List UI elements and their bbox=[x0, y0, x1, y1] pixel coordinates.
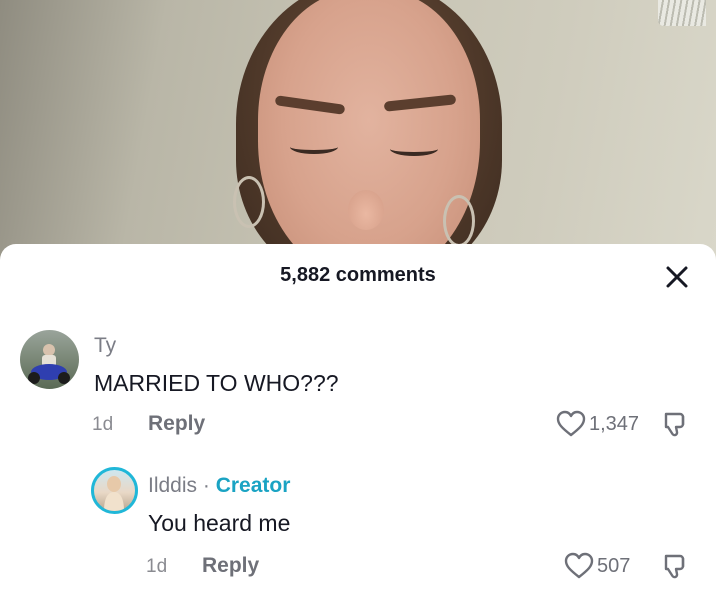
comment-username[interactable]: Ty bbox=[94, 334, 116, 358]
comment-username-row: Ilddis · Creator bbox=[148, 474, 290, 498]
reply-button[interactable]: Reply bbox=[148, 412, 205, 436]
video-wall-vent bbox=[658, 0, 706, 26]
dislike-button[interactable] bbox=[661, 410, 689, 438]
comments-count-title: 5,882 comments bbox=[280, 264, 436, 286]
comment-text: MARRIED TO WHO??? bbox=[94, 370, 339, 396]
avatar[interactable] bbox=[91, 467, 138, 514]
avatar-photo-icon bbox=[104, 476, 124, 511]
video-frame bbox=[0, 0, 716, 260]
like-count: 507 bbox=[597, 554, 631, 577]
video-earring-left bbox=[233, 176, 265, 228]
close-icon bbox=[666, 266, 688, 288]
video-eye-left bbox=[290, 140, 338, 154]
heart-icon bbox=[564, 552, 594, 579]
creator-badge: Creator bbox=[215, 474, 291, 497]
like-button[interactable]: 1,347 bbox=[556, 410, 639, 438]
dislike-button[interactable] bbox=[661, 552, 689, 580]
like-button[interactable]: 507 bbox=[564, 552, 630, 580]
separator-dot: · bbox=[202, 474, 210, 497]
avatar-atv-icon bbox=[28, 344, 70, 384]
comment-username[interactable]: Ilddis bbox=[148, 474, 197, 497]
video-earring-right bbox=[443, 195, 475, 247]
thumbs-down-icon bbox=[664, 412, 685, 437]
reply-button[interactable]: Reply bbox=[202, 554, 259, 578]
close-button[interactable] bbox=[664, 264, 690, 290]
comment-time: 1d bbox=[92, 414, 114, 435]
avatar[interactable] bbox=[20, 330, 79, 389]
comments-sheet: 5,882 comments Ty MARRIED TO WHO??? 1d R… bbox=[0, 244, 716, 591]
heart-icon bbox=[556, 410, 586, 437]
like-count: 1,347 bbox=[589, 412, 640, 435]
comment-text: You heard me bbox=[148, 510, 291, 536]
comment-time: 1d bbox=[146, 556, 168, 577]
thumbs-down-icon bbox=[664, 554, 685, 579]
video-nose bbox=[348, 190, 384, 230]
video-eye-right bbox=[390, 142, 438, 156]
